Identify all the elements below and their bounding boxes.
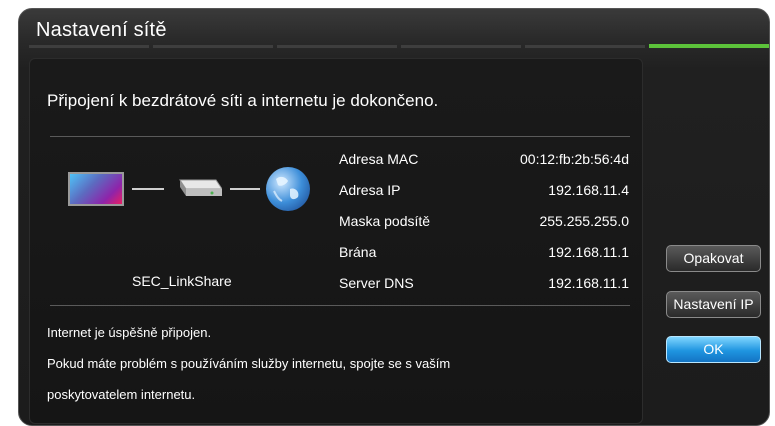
divider [50, 305, 630, 306]
message-line: Pokud máte problém s používáním služby i… [47, 356, 451, 371]
info-label: Maska podsítě [339, 213, 431, 229]
status-title: Připojení k bezdrátové síti a internetu … [47, 91, 439, 110]
divider [50, 136, 630, 137]
progress-steps [29, 44, 769, 48]
connection-line [132, 188, 164, 190]
info-row: Maska podsítě 255.255.255.0 [339, 213, 629, 244]
retry-button[interactable]: Opakovat [666, 245, 761, 272]
info-row: Adresa MAC 00:12:fb:2b:56:4d [339, 151, 629, 182]
tv-icon [68, 172, 124, 206]
info-value: 00:12:fb:2b:56:4d [520, 151, 629, 167]
message-line: Internet je úspěšně připojen. [47, 325, 212, 340]
info-value: 192.168.11.4 [548, 182, 629, 198]
message-line: poskytovatelem internetu. [47, 387, 196, 402]
content-panel: Připojení k bezdrátové síti a internetu … [29, 58, 643, 424]
info-value: 192.168.11.1 [548, 275, 629, 291]
info-label: Server DNS [339, 275, 414, 291]
progress-step [277, 45, 397, 48]
connection-diagram [68, 167, 323, 217]
network-info-table: Adresa MAC 00:12:fb:2b:56:4d Adresa IP 1… [339, 151, 629, 306]
info-label: Brána [339, 244, 377, 260]
ip-settings-button[interactable]: Nastavení IP [666, 291, 761, 318]
info-row: Brána 192.168.11.1 [339, 244, 629, 275]
network-settings-dialog: Nastavení sítě Připojení k bezdrátové sí… [18, 8, 770, 426]
access-point-name: SEC_LinkShare [132, 273, 232, 289]
progress-step [29, 45, 149, 48]
info-value: 255.255.255.0 [539, 213, 629, 229]
dialog-title: Nastavení sítě [36, 19, 167, 41]
info-label: Adresa IP [339, 182, 401, 198]
globe-icon [266, 167, 310, 211]
progress-step [401, 45, 521, 48]
progress-step [153, 45, 273, 48]
connection-line [230, 188, 260, 190]
progress-step [525, 45, 645, 48]
info-row: Server DNS 192.168.11.1 [339, 275, 629, 306]
info-label: Adresa MAC [339, 151, 419, 167]
router-icon [179, 179, 222, 196]
info-row: Adresa IP 192.168.11.4 [339, 182, 629, 213]
progress-step-active [649, 44, 769, 48]
ok-button[interactable]: OK [666, 336, 761, 363]
info-value: 192.168.11.1 [548, 244, 629, 260]
